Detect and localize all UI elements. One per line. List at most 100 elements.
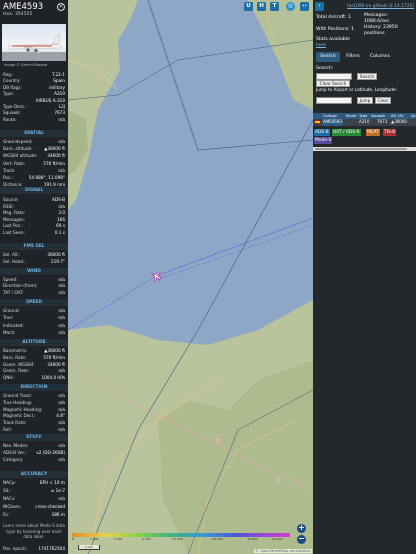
map-scale: 5 km — [78, 545, 100, 550]
row-label[interactable]: Roll: — [3, 427, 12, 432]
row-label[interactable]: WGS84 altitude: — [3, 153, 37, 158]
row-label[interactable]: Type Desc.: — [3, 104, 27, 109]
row-label[interactable]: Nav. Modes: — [3, 443, 29, 448]
scrollbar-thumb[interactable] — [315, 147, 407, 151]
row-label[interactable]: NACv: — [3, 496, 16, 501]
row-label[interactable]: Geom. WGS84: — [3, 362, 35, 367]
aircraft-photo[interactable] — [2, 24, 66, 61]
speed-row: Indicated: n/a — [0, 323, 68, 330]
row-value: n/a — [58, 277, 65, 282]
version-link[interactable]: tar1090 on github (3.14.1722) — [347, 4, 414, 9]
row-label[interactable]: Last Pos.: — [3, 223, 23, 228]
row-label[interactable]: True: — [3, 315, 13, 320]
map-button-t[interactable]: T — [270, 2, 279, 11]
row-label[interactable]: Source: — [3, 197, 19, 202]
map-button-u[interactable]: U — [244, 2, 253, 11]
row-label[interactable]: True Heading: — [3, 400, 32, 405]
map-view[interactable]: U H T ◎ ‹› ft 2 000 4 000 6 000 10 000 2… — [68, 0, 313, 554]
row-label[interactable]: Magnetic Heading: — [3, 407, 42, 412]
tab-filters[interactable]: Filters — [342, 52, 364, 62]
direction-row: Track Rate: n/a — [0, 420, 68, 427]
layers-icon[interactable]: ◎ — [286, 2, 295, 11]
row-label[interactable]: Indicated: — [3, 323, 24, 328]
zoom-out-icon[interactable]: − — [297, 534, 306, 544]
clear-search-button[interactable]: Clear Search — [316, 80, 350, 87]
row-label[interactable]: Track: — [3, 168, 15, 173]
osm-attribution[interactable]: © OpenStreetMap contributors — [254, 549, 312, 553]
row-label[interactable]: Category: — [3, 457, 23, 462]
row-value: 69 s — [56, 223, 65, 229]
row-value: n/a — [58, 330, 65, 336]
legend-uat[interactable]: UAT / ADS-R — [332, 129, 361, 136]
pos-epoch-row: Pos. epoch: 1741762504 — [0, 546, 68, 553]
row-label[interactable]: NICbaro: — [3, 504, 21, 509]
row-label[interactable]: NACp: — [3, 480, 16, 485]
jump-input[interactable] — [316, 97, 352, 104]
legend-adsb[interactable]: ADS-B — [314, 129, 330, 136]
row-label[interactable]: Vert. Rate: — [3, 161, 25, 166]
close-icon[interactable]: × — [57, 3, 65, 11]
spatial-row: Groundspeed: n/a — [0, 139, 68, 146]
table-scrollbar[interactable] — [313, 147, 416, 151]
map-button-h[interactable]: H — [257, 2, 266, 11]
row-label[interactable]: Last Seen: — [3, 230, 25, 235]
row-value: n/a — [58, 289, 65, 295]
row-label[interactable]: DB flags: — [3, 85, 22, 90]
row-label[interactable]: Ground Track: — [3, 393, 32, 398]
row-value: n/a — [58, 496, 65, 501]
row-label[interactable]: QNH: — [3, 375, 14, 380]
tab-search[interactable]: Search — [316, 52, 340, 62]
tab-columns[interactable]: Columns — [367, 52, 393, 62]
row-label[interactable]: Rc: — [3, 512, 10, 517]
row-label[interactable]: Groundspeed: — [3, 139, 32, 144]
row-value: n/a — [58, 406, 65, 412]
section-altitude: ALTITUDE — [0, 339, 68, 346]
map-canvas[interactable] — [68, 0, 313, 554]
altitude-row: Baro. Rate: 576 ft/min — [0, 355, 68, 362]
row-label[interactable]: Speed: — [3, 277, 18, 282]
row-label[interactable]: Route: — [3, 117, 17, 122]
altitude-legend-labels: ft 2 000 4 000 6 000 10 000 20 000 30 00… — [72, 537, 283, 541]
row-label[interactable]: Ground: — [3, 308, 20, 313]
legend-tisb[interactable]: TIS-B — [383, 129, 397, 136]
stuff-row: Nav. Modes: n/a — [0, 443, 68, 450]
search-button[interactable]: Search — [357, 73, 377, 80]
clear-button[interactable]: Clear — [375, 97, 391, 104]
row-label[interactable]: Geom. Rate: — [3, 368, 29, 373]
row-label[interactable]: Magnetic Decl.: — [3, 413, 36, 418]
row-callsign[interactable]: AME4593 — [322, 119, 343, 126]
row-label[interactable]: Mach: — [3, 330, 16, 335]
row-label[interactable]: RSSI: — [3, 204, 14, 209]
collapse-sidebar-icon[interactable]: ‹› — [300, 2, 309, 11]
row-label[interactable]: Baro. Rate: — [3, 355, 26, 360]
row-value: n/a — [58, 308, 65, 313]
signal-row: Last Seen: 0.1 s — [0, 230, 68, 237]
row-label[interactable]: ADS-B Ver.: — [3, 450, 27, 455]
row-label[interactable]: Barometric: — [3, 348, 28, 353]
row-label[interactable]: Direction (from): — [3, 283, 38, 288]
row-label[interactable]: Sel. Alt.: — [3, 252, 20, 257]
search-input[interactable] — [316, 73, 352, 80]
row-label[interactable]: TAT / OAT: — [3, 290, 24, 295]
row-label[interactable]: Squawk: — [3, 110, 21, 115]
legend-mlat[interactable]: MLAT — [366, 129, 380, 136]
signal-row: Last Pos.: 69 s — [0, 223, 68, 230]
direction-row: Magnetic Heading: n/a — [0, 407, 68, 414]
jump-button[interactable]: Jump — [357, 97, 373, 104]
stats-link[interactable]: here — [316, 43, 326, 48]
row-label[interactable]: Msg. Rate: — [3, 210, 25, 215]
row-label[interactable]: Track Rate: — [3, 420, 26, 425]
expand-arrow-icon[interactable]: › — [315, 2, 324, 11]
table-row[interactable]: AME4593 A310 7673 ▲36000 — [313, 119, 416, 126]
row-label[interactable]: SIL: — [3, 488, 11, 493]
row-label[interactable]: Pos.: — [3, 175, 13, 180]
row-label[interactable]: Messages: — [3, 217, 25, 222]
legend-mode-s[interactable]: Mode-S — [314, 137, 333, 144]
row-label[interactable]: Baro. altitude: — [3, 146, 33, 151]
row-label[interactable]: Sel. Head.: — [3, 259, 26, 264]
row-label[interactable]: Country: — [3, 78, 21, 83]
row-value: 36000 ft — [47, 252, 65, 257]
row-label[interactable]: Reg.: — [3, 72, 14, 77]
zoom-in-icon[interactable]: + — [297, 523, 306, 533]
row-label[interactable]: Type: — [3, 91, 14, 96]
